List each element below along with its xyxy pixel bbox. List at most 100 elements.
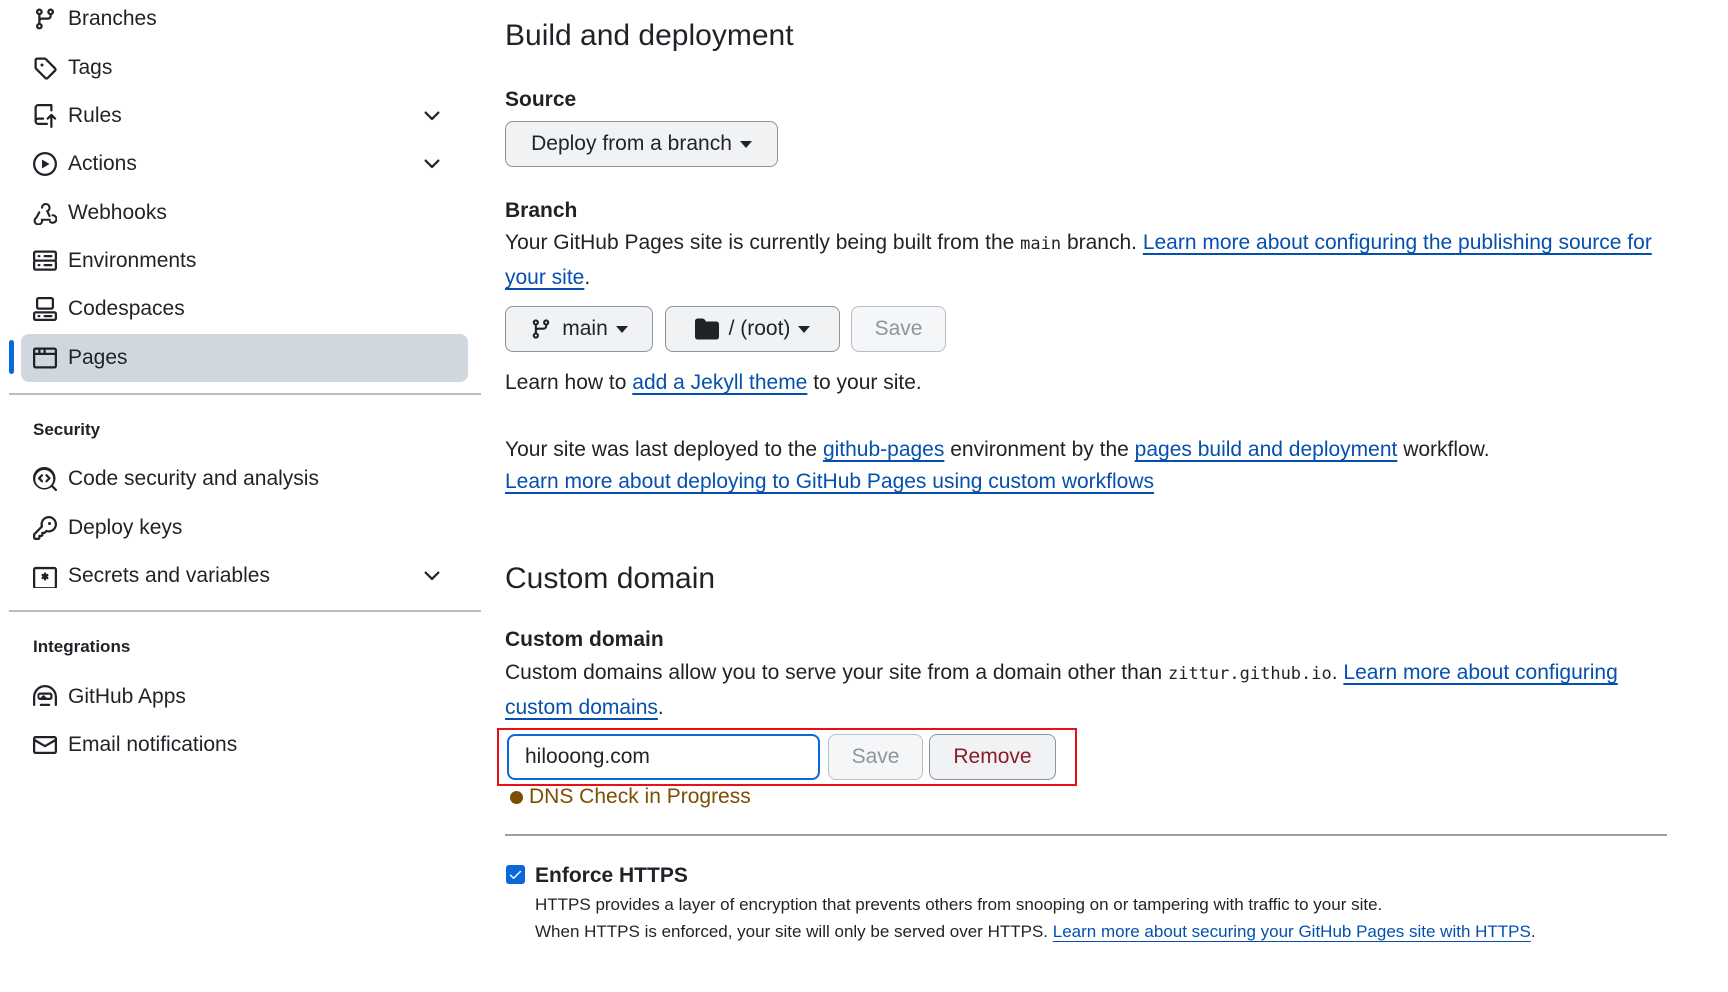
sidebar-item-deploy-keys[interactable]: Deploy keys <box>21 504 468 552</box>
securing-pages-https-link[interactable]: Learn more about securing your GitHub Pa… <box>1053 922 1531 941</box>
branch-text: branch. <box>1061 231 1143 254</box>
folder-select-button[interactable]: / (root) <box>665 306 840 352</box>
sidebar-item-label: Pages <box>68 346 128 369</box>
sidebar-item-pages[interactable]: Pages <box>21 334 468 382</box>
codescan-icon <box>33 467 57 491</box>
custom-domain-text: Custom domains allow you to serve your s… <box>505 661 1168 684</box>
sidebar-divider <box>9 610 481 612</box>
jekyll-text: Learn how to <box>505 371 633 394</box>
sidebar-item-label: Actions <box>68 152 137 175</box>
branch-save-button[interactable]: Save <box>851 306 946 352</box>
custom-domain-text: . <box>1331 661 1344 684</box>
chevron-down-icon <box>424 159 440 169</box>
hubot-icon <box>33 685 57 709</box>
custom-domain-input[interactable] <box>507 734 820 780</box>
pages-domain-code: zittur.github.io <box>1167 664 1332 684</box>
https-enforced-note: When HTTPS is enforced, your site will o… <box>535 922 1536 942</box>
caret-down-icon <box>798 325 811 333</box>
sidebar-item-label: Webhooks <box>68 201 167 224</box>
deploy-text: workflow. <box>1397 438 1490 461</box>
remove-domain-button[interactable]: Remove <box>929 734 1056 780</box>
jekyll-theme-link[interactable]: add a Jekyll theme <box>632 371 807 394</box>
deploy-text: environment by the <box>944 438 1135 461</box>
git-branch-icon <box>33 7 57 31</box>
sidebar-heading-security: Security <box>33 420 101 439</box>
https-text: . <box>1530 922 1536 941</box>
sidebar-item-rules[interactable]: Rules <box>21 92 468 140</box>
github-pages-environment-link[interactable]: github-pages <box>823 438 944 461</box>
sidebar-item-label: GitHub Apps <box>68 685 186 708</box>
source-label: Source <box>505 88 577 111</box>
repo-push-icon <box>33 104 57 128</box>
key-asterisk-icon <box>33 564 57 588</box>
https-text: When HTTPS is enforced, your site will o… <box>535 922 1053 941</box>
enforce-https-checkbox[interactable] <box>506 865 525 884</box>
sidebar-item-tags[interactable]: Tags <box>21 44 468 92</box>
https-description: HTTPS provides a layer of encryption tha… <box>535 895 1383 914</box>
key-icon <box>33 516 57 540</box>
sidebar-item-label: Deploy keys <box>68 516 183 539</box>
branch-description: Your GitHub Pages site is currently bein… <box>505 226 1675 294</box>
custom-domain-text: . <box>657 696 664 719</box>
sidebar-item-webhooks[interactable]: Webhooks <box>21 189 468 237</box>
deploy-text: Your site was last deployed to the <box>505 438 823 461</box>
sidebar-item-codespaces[interactable]: Codespaces <box>21 285 468 333</box>
chevron-down-icon <box>424 111 440 121</box>
chevron-down-icon <box>424 571 440 581</box>
active-indicator <box>9 340 14 374</box>
settings-sidebar: Branches Tags Rules Actions Webhooks Env… <box>0 0 481 992</box>
sidebar-item-branches[interactable]: Branches <box>21 0 468 43</box>
webhook-icon <box>33 201 57 225</box>
enforce-https-label: Enforce HTTPS <box>535 864 688 887</box>
sidebar-item-label: Code security and analysis <box>68 467 319 490</box>
codespaces-icon <box>33 297 57 321</box>
custom-domain-description: Custom domains allow you to serve your s… <box>505 656 1675 724</box>
sidebar-divider <box>9 393 481 395</box>
branch-code: main <box>1020 234 1062 254</box>
custom-workflows-hint: Learn more about deploying to GitHub Pag… <box>505 465 1154 498</box>
sidebar-item-secrets-and-variables[interactable]: Secrets and variables <box>21 552 468 600</box>
sidebar-item-email-notifications[interactable]: Email notifications <box>21 721 468 769</box>
sidebar-heading-integrations: Integrations <box>33 637 131 656</box>
custom-domain-save-button[interactable]: Save <box>828 734 923 780</box>
branch-label: Branch <box>505 199 578 222</box>
git-branch-icon <box>532 319 550 339</box>
jekyll-text: to your site. <box>807 371 922 394</box>
sidebar-item-label: Branches <box>68 7 157 30</box>
browser-icon <box>33 346 57 370</box>
branch-text: Your GitHub Pages site is currently bein… <box>505 231 1021 254</box>
sidebar-item-github-apps[interactable]: GitHub Apps <box>21 673 468 721</box>
server-icon <box>33 249 57 273</box>
custom-domain-label: Custom domain <box>505 628 664 651</box>
sidebar-item-code-security[interactable]: Code security and analysis <box>21 455 468 503</box>
folder-icon <box>694 318 719 340</box>
branch-text: . <box>584 266 591 289</box>
sidebar-item-label: Rules <box>68 104 122 127</box>
dns-status-text: DNS Check in Progress <box>529 785 751 808</box>
dns-check-status: DNS Check in Progress <box>510 785 751 809</box>
play-icon <box>33 152 57 176</box>
tag-icon <box>33 56 57 80</box>
sidebar-item-actions[interactable]: Actions <box>21 140 468 188</box>
sidebar-item-label: Tags <box>68 56 113 79</box>
build-deployment-heading: Build and deployment <box>505 19 794 52</box>
mail-icon <box>33 733 57 757</box>
sidebar-item-label: Email notifications <box>68 733 238 756</box>
branch-select-value: main <box>562 317 608 340</box>
sidebar-item-label: Codespaces <box>68 297 185 320</box>
check-icon <box>509 870 522 879</box>
branch-select-button[interactable]: main <box>505 306 653 352</box>
custom-domain-heading: Custom domain <box>505 562 716 595</box>
deployment-status: Your site was last deployed to the githu… <box>505 433 1490 466</box>
sidebar-item-label: Secrets and variables <box>68 564 270 587</box>
sidebar-item-label: Environments <box>68 249 197 272</box>
caret-down-icon <box>739 140 752 148</box>
section-divider <box>505 834 1667 836</box>
sidebar-item-environments[interactable]: Environments <box>21 237 468 285</box>
pages-workflow-link[interactable]: pages build and deployment <box>1135 438 1398 461</box>
jekyll-hint: Learn how to add a Jekyll theme to your … <box>505 366 922 399</box>
source-dropdown[interactable]: Deploy from a branch <box>505 121 778 167</box>
status-dot-icon <box>510 790 523 804</box>
custom-workflows-link[interactable]: Learn more about deploying to GitHub Pag… <box>505 470 1154 493</box>
caret-down-icon <box>615 325 628 333</box>
